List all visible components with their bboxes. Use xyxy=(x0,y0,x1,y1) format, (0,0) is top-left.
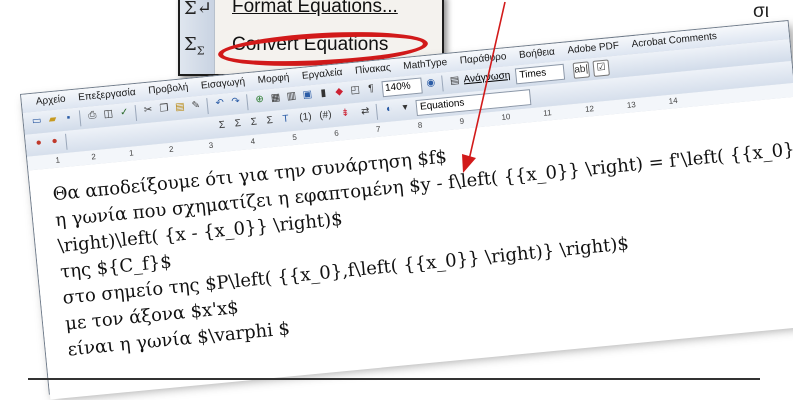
text-field-icon[interactable]: ab| xyxy=(572,61,591,79)
mathtype-logo-icon[interactable]: ◐ xyxy=(382,102,397,117)
read-icon[interactable]: ▤ xyxy=(447,74,462,89)
ruler-number: 2 xyxy=(90,152,97,162)
ruler-number: 12 xyxy=(584,104,595,114)
menu-help[interactable]: Βοήθεια xyxy=(513,43,560,61)
menu-view[interactable]: Προβολή xyxy=(143,78,194,97)
bottom-rule xyxy=(28,378,760,380)
tables-icon[interactable]: ▦ xyxy=(268,91,283,106)
hyperlink-icon[interactable]: ⊕ xyxy=(252,92,267,107)
menu-item-format-equations[interactable]: Format Equations... xyxy=(232,0,398,18)
redo-icon[interactable]: ↷ xyxy=(228,95,243,110)
menu-tools[interactable]: Εργαλεία xyxy=(296,64,348,83)
ruler-number: 3 xyxy=(208,140,214,151)
menu-mathtype[interactable]: MathType xyxy=(398,53,453,72)
menu-format[interactable]: Μορφή xyxy=(252,69,295,87)
numbering-icon[interactable]: (1) xyxy=(298,110,313,125)
new-icon[interactable]: ▭ xyxy=(29,114,44,129)
red-circle-icon-2[interactable]: ● xyxy=(47,134,62,149)
mathtype-sum-icon-4[interactable]: Σ xyxy=(262,114,277,129)
insert-table-icon[interactable]: ▥ xyxy=(284,89,299,104)
checkbox-icon[interactable]: ☑ xyxy=(592,59,610,77)
mathtype-sum-icon-3[interactable]: Σ xyxy=(246,115,261,130)
show-hide-icon[interactable]: ¶ xyxy=(364,82,379,97)
drawing-icon[interactable]: ◆ xyxy=(332,85,347,100)
insert-excel-icon[interactable]: ▣ xyxy=(300,88,315,103)
menu-edit[interactable]: Επεξεργασία xyxy=(72,83,141,103)
ruler-number: 6 xyxy=(333,128,340,139)
print-icon[interactable]: ⎙ xyxy=(85,109,100,124)
ruler-number: 10 xyxy=(501,112,511,122)
zoom-select[interactable]: 140% xyxy=(381,77,423,98)
ruler-number: 11 xyxy=(542,108,552,118)
ruler-number: 1 xyxy=(55,155,61,165)
format-painter-icon[interactable]: ✎ xyxy=(188,99,203,114)
word-window: Αρχείο Επεξεργασία Προβολή Εισαγωγή Μορφ… xyxy=(20,20,793,400)
ref-icon[interactable]: (#) xyxy=(318,108,333,123)
open-icon[interactable]: ▰ xyxy=(45,112,60,127)
font-select[interactable]: Times xyxy=(514,63,566,85)
ruler-number: 7 xyxy=(375,124,381,135)
insert-break-icon[interactable]: ⇟ xyxy=(338,106,353,121)
spelling-icon[interactable]: ✓ xyxy=(117,105,132,120)
ruler-number: 9 xyxy=(459,116,465,126)
menu-file[interactable]: Αρχείο xyxy=(21,90,71,109)
columns-icon[interactable]: ▮ xyxy=(316,86,331,101)
mathtype-sum-icon-2[interactable]: Σ xyxy=(230,117,245,132)
side-letter: σι xyxy=(753,1,769,22)
paste-icon[interactable]: ▤ xyxy=(172,100,187,115)
help-icon[interactable]: ◉ xyxy=(423,76,438,91)
reading-button[interactable]: Ανάγνωση xyxy=(463,70,511,85)
document-map-icon[interactable]: ◰ xyxy=(348,83,363,98)
update-icon[interactable]: ⇄ xyxy=(358,104,373,119)
convert-equations-icon: ΣΣ xyxy=(184,34,205,58)
ruler-number: 13 xyxy=(626,100,637,110)
red-circle-icon[interactable]: ● xyxy=(31,136,46,151)
print-preview-icon[interactable]: ◫ xyxy=(101,107,116,122)
menu-window[interactable]: Παράθυρο xyxy=(454,48,512,67)
menu-insert[interactable]: Εισαγωγή xyxy=(195,73,250,92)
ruler-number: 14 xyxy=(668,96,678,106)
ruler-number: 4 xyxy=(250,136,256,147)
menu-table[interactable]: Πίνακας xyxy=(349,59,396,77)
copy-icon[interactable]: ❐ xyxy=(156,102,171,117)
save-icon[interactable]: ▪ xyxy=(61,111,76,126)
menu-adobe-pdf[interactable]: Adobe PDF xyxy=(562,37,625,57)
ruler-number: 8 xyxy=(417,120,423,130)
ruler-number: 1 xyxy=(128,148,135,158)
tex-icon[interactable]: T xyxy=(278,112,293,127)
mathtype-sum-icon[interactable]: Σ xyxy=(214,118,229,133)
ruler-number: 5 xyxy=(292,132,298,143)
style-dropdown-arrow[interactable]: ▾ xyxy=(397,101,412,116)
ruler-number: 2 xyxy=(168,144,174,154)
format-equations-icon: Σ↵ xyxy=(184,0,212,19)
undo-icon[interactable]: ↶ xyxy=(212,96,227,111)
cut-icon[interactable]: ✂ xyxy=(141,103,156,118)
